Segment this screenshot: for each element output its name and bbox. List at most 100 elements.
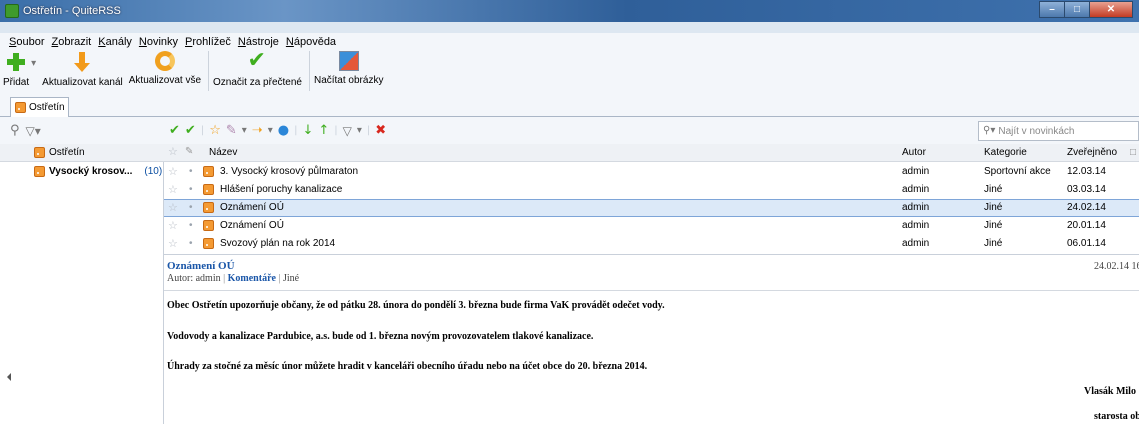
add-button[interactable]: Přidat xyxy=(3,51,29,88)
news-category: Jiné xyxy=(984,202,1003,213)
load-images-button[interactable]: Načítat obrázky xyxy=(314,51,383,86)
feeds-tree: Vysocký krosov... (10) xyxy=(0,162,164,424)
mark-read-label: Označit za přečtené xyxy=(213,77,302,88)
close-button[interactable]: ✕ xyxy=(1089,1,1133,18)
star-icon[interactable]: ☆ xyxy=(209,124,221,137)
feed-item[interactable]: Vysocký krosov... (10) xyxy=(34,166,162,177)
news-author: admin xyxy=(902,166,930,177)
news-title: 3. Vysocký krosový půlmaraton xyxy=(220,166,359,177)
tab-feed[interactable]: Ostřetín xyxy=(10,97,69,117)
article-paragraph: Úhrady za stočné za měsíc únor můžete hr… xyxy=(167,361,648,372)
column-title[interactable]: Název xyxy=(209,147,237,158)
news-category: Sportovní akce xyxy=(984,166,1051,177)
update-all-label: Aktualizovat vše xyxy=(128,75,202,86)
article-preview: Oznámení OÚ Autor: admin | Komentáře | J… xyxy=(164,254,1139,424)
article-author: Autor: admin xyxy=(167,273,221,284)
window-title: Ostřetín - QuiteRSS xyxy=(23,5,121,17)
news-search-input[interactable]: ⚲▾ Najít v novinkách xyxy=(978,121,1139,141)
search-icon: ⚲▾ xyxy=(983,125,996,136)
rss-icon xyxy=(34,147,45,158)
update-all-button[interactable]: Aktualizovat vše xyxy=(129,51,201,86)
feeds-header: Ostřetín xyxy=(0,144,164,162)
star-toggle-icon[interactable]: ☆ xyxy=(168,201,178,214)
menu-tools[interactable]: Nástroje xyxy=(238,36,279,48)
news-author: admin xyxy=(902,202,930,213)
minimize-button[interactable]: – xyxy=(1039,1,1065,18)
article-title-link[interactable]: Oznámení OÚ xyxy=(167,260,235,272)
search-icon[interactable]: ⚲ xyxy=(10,124,20,137)
menu-help[interactable]: Nápověda xyxy=(286,36,336,48)
filter-icon[interactable]: ▽▾ xyxy=(26,125,41,137)
title-bar: Ostřetín - QuiteRSS – □ ✕ xyxy=(0,0,1139,22)
news-row[interactable]: ☆ • Hlášení poruchy kanalizace admin Jin… xyxy=(164,181,1139,199)
menu-browser[interactable]: Prohlížeč xyxy=(185,36,231,48)
toolbar-separator xyxy=(308,51,310,91)
signature-role: starosta obc xyxy=(1094,411,1139,422)
toolbar-divider: | xyxy=(200,124,205,136)
share-dropdown-icon[interactable]: ▾ xyxy=(268,125,273,136)
add-dropdown-icon[interactable]: ▾ xyxy=(31,59,36,69)
star-toggle-icon[interactable]: ☆ xyxy=(168,219,178,232)
star-toggle-icon[interactable]: ☆ xyxy=(168,165,178,178)
search-placeholder: Najít v novinkách xyxy=(998,125,1075,137)
rss-icon xyxy=(203,238,214,252)
rss-icon xyxy=(203,166,214,180)
preview-divider xyxy=(164,290,1139,291)
maximize-button[interactable]: □ xyxy=(1064,1,1090,18)
article-paragraph: Vodovody a kanalizace Pardubice, a.s. bu… xyxy=(167,331,594,342)
news-title: Hlášení poruchy kanalizace xyxy=(220,184,343,195)
news-title: Oznámení OÚ xyxy=(220,202,284,213)
read-status-icon[interactable]: • xyxy=(189,220,193,231)
add-label: Přidat xyxy=(3,77,30,88)
next-unread-icon[interactable]: ↓ xyxy=(302,124,313,137)
rss-icon xyxy=(34,166,45,177)
menu-news[interactable]: Novinky xyxy=(139,36,178,48)
plus-icon xyxy=(5,51,27,73)
column-author[interactable]: Autor xyxy=(902,147,926,158)
comments-link[interactable]: Komentáře xyxy=(228,273,276,284)
read-status-icon[interactable]: • xyxy=(189,202,193,213)
news-row[interactable]: ☆ • Svozový plán na rok 2014 admin Jiné … xyxy=(164,235,1139,253)
label-dropdown-icon[interactable]: ▾ xyxy=(242,125,247,136)
news-row[interactable]: ☆ • Oznámení OÚ admin Jiné 20.01.14 xyxy=(164,217,1139,235)
share-icon[interactable]: ➝ xyxy=(252,124,263,137)
mark-read-button[interactable]: Označit za přečtené xyxy=(213,48,302,88)
news-row[interactable]: ☆ • 3. Vysocký krosový půlmaraton admin … xyxy=(164,163,1139,181)
label-icon[interactable]: ✎ xyxy=(226,124,237,137)
column-menu-icon[interactable]: □ xyxy=(1130,147,1136,158)
mark-all-read-icon[interactable]: ✔ xyxy=(185,124,196,137)
filter-icon[interactable]: ▽ xyxy=(343,125,352,137)
read-column-icon[interactable]: ✎ xyxy=(185,146,193,157)
menu-bar: Soubor Zobrazit Kanály Novinky Prohlížeč… xyxy=(0,33,1139,51)
column-published[interactable]: Zveřejněno xyxy=(1067,147,1117,158)
collapse-panel-icon[interactable] xyxy=(7,373,11,381)
previous-unread-icon[interactable]: ↑ xyxy=(318,124,329,137)
mark-read-icon[interactable]: ✔ xyxy=(169,124,180,137)
toolbar-separator xyxy=(208,51,210,91)
read-status-icon[interactable]: • xyxy=(189,184,193,195)
news-author: admin xyxy=(902,238,930,249)
app-icon xyxy=(5,4,19,18)
read-status-icon[interactable]: • xyxy=(189,166,193,177)
load-images-label: Načítat obrázky xyxy=(313,75,384,86)
toolbar-divider: | xyxy=(366,124,371,136)
news-row-selected[interactable]: ☆ • Oznámení OÚ admin Jiné 24.02.14 xyxy=(164,199,1139,217)
column-category[interactable]: Kategorie xyxy=(984,147,1027,158)
checkmark-icon xyxy=(247,48,269,73)
star-toggle-icon[interactable]: ☆ xyxy=(168,183,178,196)
delete-icon[interactable]: ✖ xyxy=(375,124,386,137)
toolbar-divider: | xyxy=(334,124,338,136)
star-column-icon[interactable]: ☆ xyxy=(168,145,178,158)
star-toggle-icon[interactable]: ☆ xyxy=(168,237,178,250)
refresh-icon xyxy=(154,51,175,71)
menu-feeds[interactable]: Kanály xyxy=(98,36,132,48)
menu-file[interactable]: Soubor xyxy=(9,36,44,48)
open-in-browser-icon[interactable]: ● xyxy=(278,124,289,137)
update-feed-button[interactable]: Aktualizovat kanál xyxy=(42,51,123,88)
news-date: 24.02.14 xyxy=(1067,202,1106,213)
news-date: 12.03.14 xyxy=(1067,166,1106,177)
filter-dropdown-icon[interactable]: ▾ xyxy=(357,125,362,136)
menu-view[interactable]: Zobrazit xyxy=(51,36,91,48)
news-date: 03.03.14 xyxy=(1067,184,1106,195)
read-status-icon[interactable]: • xyxy=(189,238,193,249)
